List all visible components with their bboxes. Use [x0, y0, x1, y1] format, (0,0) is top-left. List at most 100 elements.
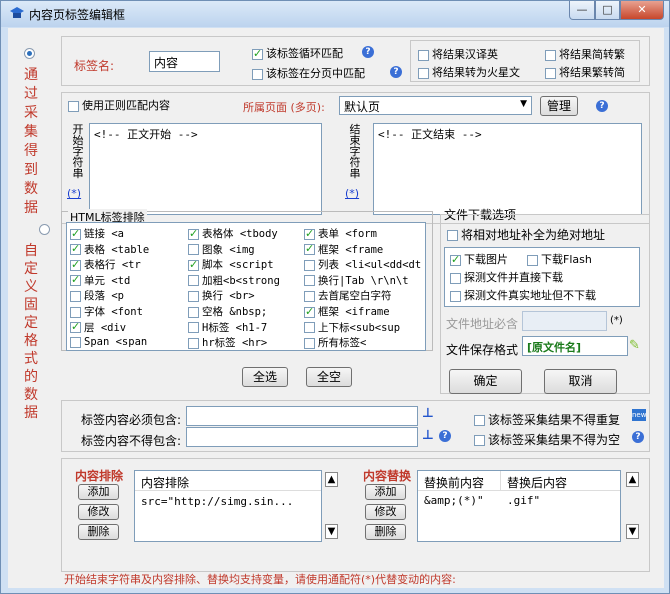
html-exclude-option[interactable]: 表单 <form [304, 226, 377, 241]
html-exclude-option[interactable]: 所有标签< [304, 335, 366, 350]
must-include-input[interactable] [186, 406, 418, 426]
must-exclude-input[interactable] [186, 427, 418, 447]
tag-name-input[interactable]: 内容 [149, 51, 220, 72]
html-exclude-checkbox[interactable] [304, 275, 315, 287]
page-match-option[interactable]: 该标签在分页中匹配 [252, 65, 365, 81]
to-simp-checkbox[interactable] [545, 67, 556, 79]
to-english-checkbox[interactable] [418, 49, 429, 61]
html-exclude-option[interactable]: 表格 <table [70, 242, 149, 257]
html-exclude-checkbox[interactable] [304, 227, 315, 240]
insert-icon[interactable]: ⊥ [422, 428, 434, 443]
download-flash-option[interactable]: 下载Flash [527, 251, 592, 267]
html-exclude-checkbox[interactable] [304, 322, 315, 334]
detect-download-option[interactable]: 探测文件并直接下载 [450, 269, 563, 285]
manage-button[interactable]: 管理 [540, 96, 578, 116]
to-simp-option[interactable]: 将结果繁转简 [545, 64, 625, 80]
exclude-add-button[interactable]: 添加 [78, 484, 119, 500]
cancel-button[interactable]: 取消 [544, 369, 617, 394]
html-exclude-checkbox[interactable] [304, 305, 315, 318]
start-string-input[interactable]: <!-- 正文开始 --> [89, 123, 322, 215]
html-exclude-checkbox[interactable] [70, 227, 81, 240]
no-duplicate-option[interactable]: 该标签采集结果不得重复 [474, 411, 620, 428]
html-exclude-option[interactable]: 框架 <iframe [304, 304, 390, 319]
select-all-button[interactable]: 全选 [242, 367, 288, 387]
not-empty-option[interactable]: 该标签采集结果不得为空 [474, 431, 620, 448]
to-martian-option[interactable]: 将结果转为火星文 [418, 64, 520, 80]
help-icon[interactable]: ? [596, 100, 608, 112]
loop-match-option[interactable]: 该标签循环匹配 [252, 45, 343, 61]
html-exclude-option[interactable]: Span <span [70, 335, 147, 348]
absolute-url-checkbox[interactable] [447, 230, 458, 241]
html-exclude-checkbox[interactable] [188, 337, 199, 349]
start-wildcard-link[interactable]: (*) [67, 187, 81, 200]
radio-collected[interactable] [24, 48, 35, 59]
to-trad-checkbox[interactable] [545, 49, 556, 61]
radio-custom[interactable] [38, 224, 50, 235]
exclude-delete-button[interactable]: 删除 [78, 524, 119, 540]
no-duplicate-checkbox[interactable] [474, 415, 485, 426]
scroll-down-button[interactable]: ▼ [325, 524, 338, 539]
replace-add-button[interactable]: 添加 [365, 484, 406, 500]
html-exclude-checkbox[interactable] [188, 322, 199, 334]
to-english-option[interactable]: 将结果汉译英 [418, 46, 498, 62]
html-exclude-checkbox[interactable] [70, 242, 81, 256]
ok-button[interactable]: 确定 [449, 369, 522, 394]
replace-edit-button[interactable]: 修改 [365, 504, 406, 520]
html-exclude-checkbox[interactable] [70, 336, 81, 348]
scroll-down-button[interactable]: ▼ [626, 524, 639, 539]
select-none-button[interactable]: 全空 [306, 367, 352, 387]
not-empty-checkbox[interactable] [474, 435, 485, 446]
save-format-input[interactable]: [原文件名] [522, 336, 628, 356]
help-icon[interactable]: ? [439, 430, 451, 442]
download-flash-checkbox[interactable] [527, 254, 538, 266]
html-exclude-checkbox[interactable] [304, 337, 315, 349]
html-exclude-option[interactable]: 换行|Tab \r\n\t [304, 273, 409, 288]
html-exclude-option[interactable]: 脚本 <script [188, 257, 274, 272]
html-exclude-checkbox[interactable] [70, 273, 81, 287]
end-wildcard-link[interactable]: (*) [345, 187, 359, 200]
page-select[interactable]: 默认页 ▼ [339, 96, 532, 115]
exclude-edit-button[interactable]: 修改 [78, 504, 119, 520]
html-exclude-option[interactable]: 加粗<b<strong [188, 273, 280, 288]
to-martian-checkbox[interactable] [418, 67, 429, 79]
maximize-button[interactable]: □ [595, 1, 620, 20]
exclude-row[interactable]: src="http://simg.sin... [135, 491, 321, 512]
insert-icon[interactable]: ⊥ [422, 406, 434, 421]
must-contain-wildcard[interactable]: (*) [610, 315, 623, 326]
html-exclude-option[interactable]: 空格 &nbsp; [188, 304, 267, 319]
detect-download-checkbox[interactable] [450, 272, 461, 284]
html-exclude-option[interactable]: 单元 <td [70, 273, 130, 288]
html-exclude-option[interactable]: 去首尾空白字符 [304, 288, 392, 303]
html-exclude-checkbox[interactable] [188, 275, 199, 287]
must-contain-input[interactable] [522, 311, 607, 331]
end-string-input[interactable]: <!-- 正文结束 --> [373, 123, 642, 215]
regex-option[interactable]: 使用正则匹配内容 [68, 97, 170, 113]
html-exclude-option[interactable]: hr标签 <hr> [188, 335, 267, 350]
help-icon[interactable]: ? [362, 46, 374, 58]
detect-real-checkbox[interactable] [450, 290, 461, 302]
help-icon[interactable]: ? [390, 66, 402, 78]
html-exclude-option[interactable]: 框架 <frame [304, 242, 383, 257]
html-exclude-option[interactable]: 列表 <li<ul<dd<dt [304, 257, 421, 272]
html-exclude-checkbox[interactable] [304, 259, 315, 271]
html-exclude-option[interactable]: 段落 <p [70, 288, 124, 303]
html-exclude-option[interactable]: 上下标<sub<sup [304, 320, 400, 335]
html-exclude-checkbox[interactable] [70, 290, 81, 302]
html-exclude-checkbox[interactable] [188, 258, 199, 271]
html-exclude-checkbox[interactable] [304, 242, 315, 256]
close-button[interactable]: ✕ [620, 1, 664, 20]
html-exclude-option[interactable]: 链接 <a [70, 226, 124, 241]
html-exclude-checkbox[interactable] [188, 306, 199, 318]
page-match-checkbox[interactable] [252, 68, 263, 80]
to-trad-option[interactable]: 将结果简转繁 [545, 46, 625, 62]
minimize-button[interactable]: — [569, 1, 595, 20]
download-images-option[interactable]: 下载图片 [450, 251, 508, 267]
html-exclude-option[interactable]: 表格体 <tbody [188, 226, 278, 241]
help-icon[interactable]: ? [632, 431, 644, 443]
download-images-checkbox[interactable] [450, 253, 461, 266]
html-exclude-checkbox[interactable] [188, 290, 199, 302]
html-exclude-option[interactable]: 字体 <font [70, 304, 143, 319]
html-exclude-checkbox[interactable] [188, 227, 199, 240]
absolute-url-option[interactable]: 将相对地址补全为绝对地址 [447, 226, 605, 243]
html-exclude-checkbox[interactable] [188, 244, 199, 256]
